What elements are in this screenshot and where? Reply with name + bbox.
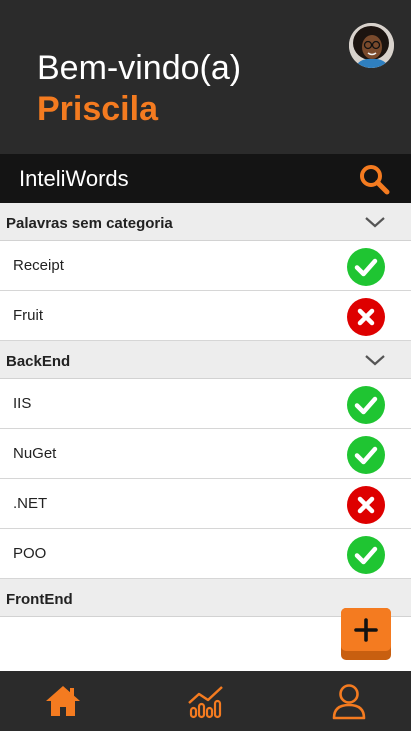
list-item[interactable]: NuGet: [0, 429, 411, 479]
user-photo-icon: [349, 23, 394, 68]
list-item[interactable]: IIS: [0, 379, 411, 429]
list-item[interactable]: Fruit: [0, 291, 411, 341]
profile-icon: [332, 684, 366, 720]
username-text: Priscila: [37, 90, 158, 128]
wrong-status-icon: [347, 298, 385, 336]
word-label: Fruit: [13, 307, 43, 324]
word-label: NuGet: [13, 445, 57, 462]
word-label: IIS: [13, 395, 32, 412]
plus-icon: [354, 618, 378, 642]
welcome-header: Bem-vindo(a) Priscila: [0, 0, 411, 154]
home-icon: [46, 686, 80, 716]
app-bar: InteliWords: [0, 154, 411, 203]
nav-stats-button[interactable]: [184, 679, 228, 723]
nav-profile-button[interactable]: [327, 679, 371, 723]
correct-status-icon: [347, 386, 385, 424]
greeting-text: Bem-vindo(a): [37, 49, 242, 87]
list-item[interactable]: Receipt: [0, 241, 411, 291]
app-title: InteliWords: [19, 166, 129, 191]
list-item[interactable]: POO: [0, 529, 411, 579]
word-label: Receipt: [13, 257, 64, 274]
word-label: .NET: [13, 495, 48, 512]
chevron-down-icon: [365, 355, 385, 366]
category-header[interactable]: BackEnd: [0, 341, 411, 379]
search-button[interactable]: [356, 161, 392, 197]
search-icon: [360, 165, 390, 195]
chevron-down-icon: [365, 217, 385, 228]
list-item[interactable]: .NET: [0, 479, 411, 529]
bottom-nav: [0, 671, 411, 731]
correct-status-icon: [347, 248, 385, 286]
wrong-status-icon: [347, 486, 385, 524]
category-header[interactable]: Palavras sem categoria: [0, 203, 411, 241]
chart-icon: [188, 686, 223, 719]
avatar[interactable]: [349, 23, 394, 68]
category-label: BackEnd: [6, 353, 71, 370]
word-label: POO: [13, 545, 47, 562]
add-word-button[interactable]: [341, 608, 391, 660]
category-label: Palavras sem categoria: [6, 215, 173, 232]
category-label: FrontEnd: [6, 591, 73, 608]
word-list: Palavras sem categoria Receipt Fruit Bac…: [0, 203, 411, 671]
nav-home-button[interactable]: [41, 679, 85, 723]
correct-status-icon: [347, 536, 385, 574]
correct-status-icon: [347, 436, 385, 474]
